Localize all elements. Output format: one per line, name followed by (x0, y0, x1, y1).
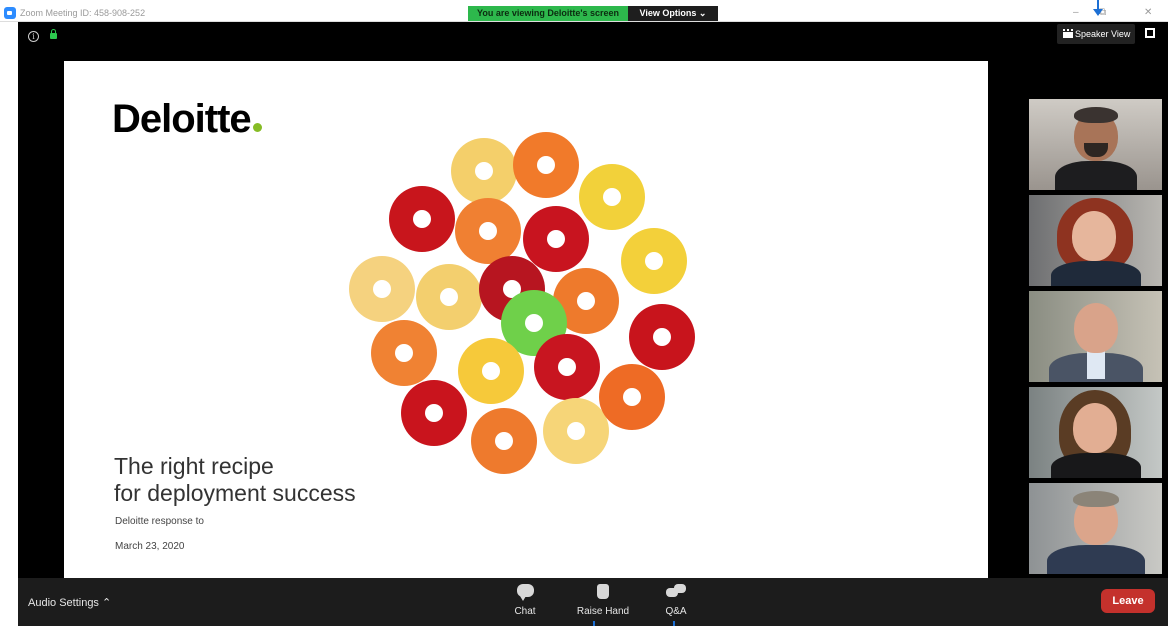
participant-video[interactable] (1029, 291, 1162, 382)
window-title: Zoom Meeting ID: 458-908-252 (20, 8, 146, 18)
candy-hole (537, 156, 555, 174)
screen-share-banner: You are viewing Deloitte's screen (468, 6, 628, 21)
candy-hole (479, 222, 497, 240)
headline-line-1: The right recipe (114, 453, 274, 479)
chat-icon (510, 584, 540, 601)
speaker-view-label: Speaker View (1075, 29, 1131, 39)
candy-hole (495, 432, 513, 450)
close-button[interactable]: ✕ (1144, 6, 1152, 20)
chat-button[interactable]: Chat (510, 584, 540, 617)
marker (673, 621, 675, 626)
meeting-toolbar: Audio Settings ⌃ Chat Raise Hand Q&A Lea… (18, 578, 1168, 626)
candy-hole (603, 188, 621, 206)
zoom-logo-icon (4, 7, 16, 19)
speaker-view-button[interactable]: Speaker View (1057, 24, 1135, 44)
logo-dot (252, 123, 262, 132)
slide-headline: The right recipe for deployment success (114, 453, 356, 507)
candy-hole (577, 292, 595, 310)
candy-hole (645, 252, 663, 270)
chat-label: Chat (514, 606, 536, 617)
slide-date: March 23, 2020 (115, 541, 185, 552)
candy-hole (425, 404, 443, 422)
candy-hole (525, 314, 543, 332)
raise-hand-label: Raise Hand (576, 606, 630, 617)
speaker-view-icon (1063, 29, 1073, 38)
participant-video[interactable] (1029, 387, 1162, 478)
deloitte-logo: Deloitte (112, 97, 262, 141)
shared-screen: Deloitte The right recipe for deployment… (64, 61, 988, 578)
lock-icon[interactable] (50, 29, 57, 39)
meeting-window: i Speaker View Deloitte The right recipe… (18, 22, 1168, 578)
candy-hole (475, 162, 493, 180)
arrow-down-icon (1093, 0, 1103, 16)
candy-hole (653, 328, 671, 346)
leave-button[interactable]: Leave (1101, 589, 1155, 613)
audio-settings-button[interactable]: Audio Settings ⌃ (28, 596, 111, 609)
logo-text: Deloitte (112, 97, 252, 141)
participant-video[interactable] (1029, 195, 1162, 286)
candy-hole (395, 344, 413, 362)
slide-subtext: Deloitte response to (115, 516, 204, 527)
candy-hole (567, 422, 585, 440)
qa-button[interactable]: Q&A (658, 584, 694, 617)
participant-video[interactable] (1029, 99, 1162, 190)
minimize-button[interactable]: – (1073, 6, 1079, 20)
raise-hand-button[interactable]: Raise Hand (568, 584, 638, 617)
candy-hole (623, 388, 641, 406)
fullscreen-icon[interactable] (1145, 28, 1155, 38)
info-icon[interactable]: i (28, 31, 39, 42)
hand-icon (568, 584, 638, 600)
headline-line-2: for deployment success (114, 480, 356, 506)
marker (593, 621, 595, 626)
candy-hole (558, 358, 576, 376)
candy-hole (482, 362, 500, 380)
candy-hole (440, 288, 458, 306)
candy-hole (413, 210, 431, 228)
candy-hole (373, 280, 391, 298)
qa-label: Q&A (665, 606, 687, 617)
view-options-button[interactable]: View Options ⌄ (628, 6, 718, 21)
candy-hole (547, 230, 565, 248)
participant-video[interactable] (1029, 483, 1162, 574)
qa-icon (658, 584, 694, 600)
